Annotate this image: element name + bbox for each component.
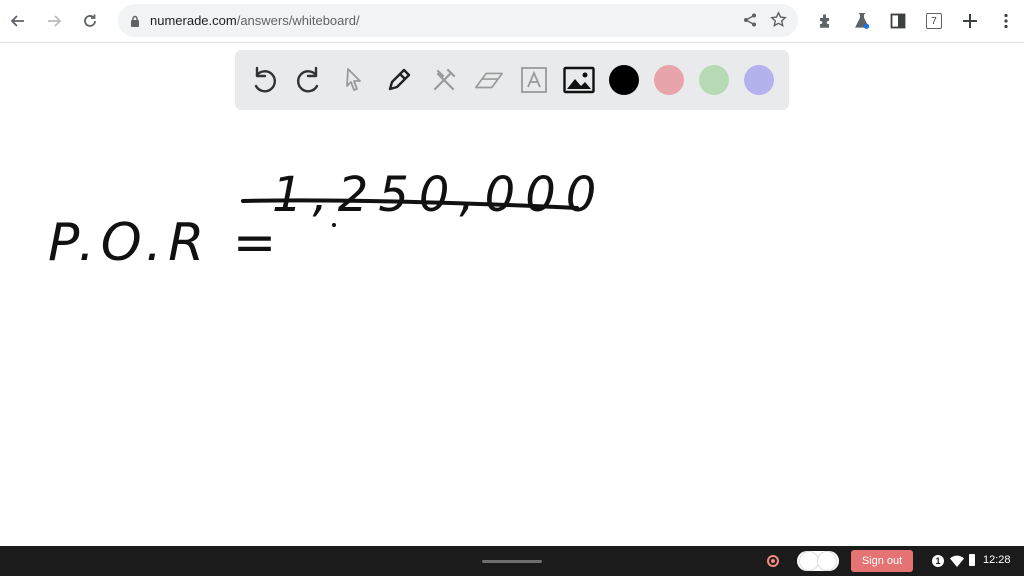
tote-pill[interactable] [797,551,839,571]
text-tool-button[interactable] [518,64,550,96]
sign-out-button[interactable]: Sign out [851,550,913,572]
select-tool-button[interactable] [338,64,370,96]
screen-record-icon[interactable] [767,555,779,567]
tools-button[interactable] [428,64,460,96]
url-path: /answers/whiteboard/ [236,13,360,28]
pen-icon [388,68,411,91]
side-panel-icon[interactable] [886,9,910,33]
clock[interactable]: 12:28 [983,554,1011,566]
redo-button[interactable] [293,64,325,96]
image-icon [563,66,595,94]
address-bar[interactable]: numerade.com/answers/whiteboard/ [118,4,798,37]
plus-icon [963,14,977,28]
tote-dot-icon [817,551,837,571]
pen-tool-button[interactable] [383,64,415,96]
url-text[interactable]: numerade.com/answers/whiteboard/ [150,13,360,28]
whiteboard-toolbar [235,50,789,110]
pointer-icon [346,68,361,91]
wifi-icon[interactable] [950,555,964,567]
arrow-left-icon [10,15,24,27]
browser-toolbar: numerade.com/answers/whiteboard/ 7 [0,0,1024,43]
ink-dot [332,223,336,227]
system-shelf: Sign out 1 12:28 [0,546,1024,576]
color-swatch-pink[interactable] [654,65,684,95]
fraction-bar [241,198,579,210]
more-vert-icon [1004,13,1008,29]
forward-button[interactable] [42,9,66,33]
fraction-strokes [241,198,579,227]
lock-icon [130,14,140,32]
extensions-icon[interactable] [814,9,838,33]
color-swatch-black[interactable] [609,65,639,95]
color-swatch-green[interactable] [699,65,729,95]
back-button[interactable] [6,9,30,33]
image-tool-button[interactable] [563,64,595,96]
undo-button[interactable] [248,64,280,96]
whiteboard-canvas[interactable]: P.O.R = 1,250,000 [0,43,1024,545]
reload-button[interactable] [78,9,102,33]
reload-icon [84,14,96,27]
redo-icon [297,66,319,93]
eraser-icon [474,72,504,89]
share-icon[interactable] [742,12,758,33]
menu-button[interactable] [994,9,1018,33]
tab-count: 7 [926,13,942,29]
battery-icon[interactable] [969,554,975,566]
text-icon [521,67,547,93]
new-tab-button[interactable] [958,9,982,33]
home-gesture-bar[interactable] [482,560,542,563]
color-swatch-purple[interactable] [744,65,774,95]
eraser-tool-button[interactable] [473,64,505,96]
bookmark-star-icon[interactable] [770,11,787,33]
arrow-right-icon [48,15,62,27]
undo-icon [254,66,276,93]
notification-badge[interactable]: 1 [932,555,944,567]
hammer-wrench-icon [433,68,456,91]
url-host: numerade.com [150,13,237,28]
tote-dot-icon [799,551,819,571]
lab-flask-icon[interactable] [850,9,874,33]
tab-count-button[interactable]: 7 [922,9,946,33]
